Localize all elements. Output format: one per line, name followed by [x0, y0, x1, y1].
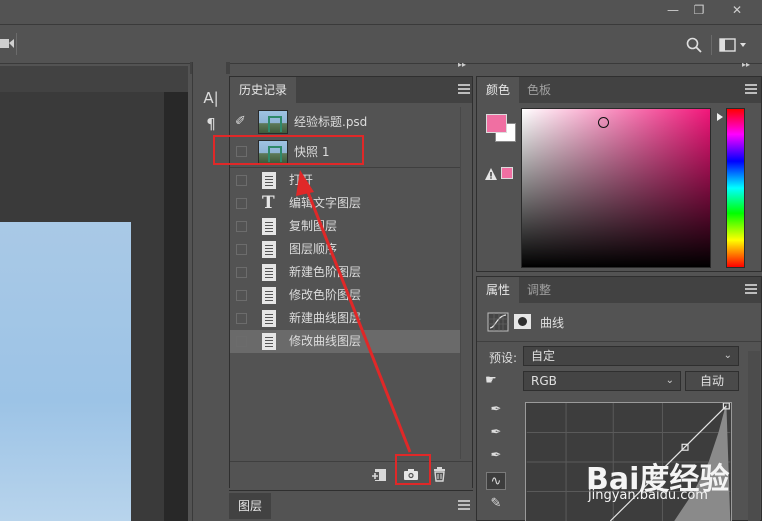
foreground-color-swatch[interactable] — [486, 114, 507, 133]
curves-adjustment-icon — [487, 312, 509, 332]
panel-menu-icon[interactable] — [745, 84, 757, 94]
history-scrollbar[interactable] — [460, 107, 472, 459]
history-brush-checkbox[interactable] — [236, 198, 247, 209]
history-tab-bar: 历史记录 — [230, 77, 472, 103]
history-brush-checkbox[interactable] — [236, 313, 247, 324]
channel-value: RGB — [531, 374, 557, 388]
watermark: Bai度经验 jingyan.baidu.com — [586, 444, 762, 521]
options-divider — [711, 35, 712, 55]
panel-menu-icon[interactable] — [745, 284, 757, 294]
text-icon: T — [262, 193, 275, 213]
document-icon — [262, 310, 276, 327]
panel-menu-icon[interactable] — [458, 84, 470, 94]
dock-header-right: ▸▸ — [452, 60, 472, 74]
dock-header-far-right: ▸▸ — [740, 60, 760, 74]
watermark-url: jingyan.baidu.com — [588, 488, 708, 503]
document-icon — [262, 241, 276, 258]
new-document-from-state-icon[interactable] — [371, 468, 387, 482]
history-brush-checkbox[interactable] — [236, 244, 247, 255]
auto-button[interactable]: 自动 — [685, 371, 739, 391]
chevron-down-icon: ⌄ — [665, 375, 674, 386]
workspace-switcher-icon[interactable] — [719, 38, 747, 52]
document-icon — [262, 264, 276, 281]
black-point-eyedropper-icon[interactable]: ✒ — [486, 401, 506, 419]
color-tab-bar: 颜色 色板 — [477, 77, 761, 103]
document-tab-row — [0, 66, 188, 92]
trash-icon[interactable] — [433, 467, 446, 482]
gamut-warning[interactable] — [485, 167, 515, 181]
history-brush-source-icon[interactable]: ✐ — [235, 115, 251, 129]
photo-preview — [0, 222, 131, 521]
tab-swatches[interactable]: 色板 — [518, 77, 560, 103]
channel-select[interactable]: RGB ⌄ — [523, 371, 681, 391]
hue-slider[interactable] — [726, 108, 745, 268]
tab-adjustments[interactable]: 调整 — [518, 277, 560, 303]
history-brush-checkbox[interactable] — [236, 336, 247, 347]
document-icon — [262, 333, 276, 350]
photoshop-window: — ❐ ✕ ◂◂ A| ¶ ▸▸ ▸▸ 历史记录 — [0, 0, 762, 521]
gamut-swatch[interactable] — [501, 167, 513, 179]
search-icon[interactable] — [686, 37, 702, 53]
restore-button[interactable]: ❐ — [682, 0, 716, 20]
properties-tab-bar: 属性 调整 — [477, 277, 761, 303]
adjustment-name: 曲线 — [540, 316, 565, 330]
options-divider — [16, 33, 17, 55]
history-brush-checkbox[interactable] — [236, 175, 247, 186]
document-icon — [262, 287, 276, 304]
collapse-arrows-icon[interactable]: ▸▸ — [458, 60, 466, 69]
tab-layers[interactable]: 图层 — [229, 493, 272, 519]
source-document-label: 经验标题.psd — [294, 115, 368, 129]
video-camera-icon[interactable] — [0, 37, 16, 51]
chevron-down-icon: ⌄ — [723, 350, 732, 361]
collapse-arrows-icon[interactable]: ▸▸ — [742, 60, 750, 69]
tab-properties[interactable]: 属性 — [477, 277, 520, 303]
history-source-row[interactable]: ✐ 经验标题.psd — [230, 107, 460, 137]
layer-mask-icon[interactable] — [513, 312, 533, 332]
properties-divider — [477, 341, 761, 342]
warning-icon — [485, 168, 497, 180]
options-bar — [0, 24, 762, 64]
color-field-cursor[interactable] — [598, 117, 609, 128]
close-button[interactable]: ✕ — [720, 0, 754, 20]
gray-point-eyedropper-icon[interactable]: ✒ — [486, 424, 506, 442]
preset-label: 预设: — [489, 351, 518, 365]
tab-color[interactable]: 颜色 — [477, 77, 520, 103]
on-image-adjust-icon[interactable]: ☛ — [485, 373, 497, 388]
paragraph-panel-icon[interactable]: ¶ — [201, 114, 221, 134]
color-field[interactable] — [521, 108, 711, 268]
color-panel: 颜色 色板 — [476, 76, 762, 272]
preset-select[interactable]: 自定 ⌄ — [523, 346, 739, 366]
hue-slider-marker[interactable] — [717, 113, 723, 121]
history-brush-checkbox[interactable] — [236, 267, 247, 278]
document-icon — [262, 172, 276, 189]
document-icon — [262, 218, 276, 235]
tab-history[interactable]: 历史记录 — [230, 77, 297, 103]
document-thumbnail — [258, 110, 288, 134]
white-point-eyedropper-icon[interactable]: ✒ — [486, 447, 506, 465]
history-brush-checkbox[interactable] — [236, 290, 247, 301]
curve-point-tool-icon[interactable]: ∿ — [486, 472, 506, 490]
panel-menu-icon[interactable] — [458, 500, 470, 510]
annotation-arrow — [296, 170, 412, 453]
history-footer — [230, 461, 472, 488]
title-bar: — ❐ ✕ — [0, 0, 762, 22]
layers-panel: 图层 — [229, 490, 473, 521]
preset-value: 自定 — [531, 349, 556, 363]
collapsed-panel-column: A| ¶ — [192, 62, 226, 521]
character-panel-icon[interactable]: A| — [201, 88, 221, 108]
history-brush-checkbox[interactable] — [236, 221, 247, 232]
pencil-icon[interactable]: ✎ — [486, 495, 506, 513]
